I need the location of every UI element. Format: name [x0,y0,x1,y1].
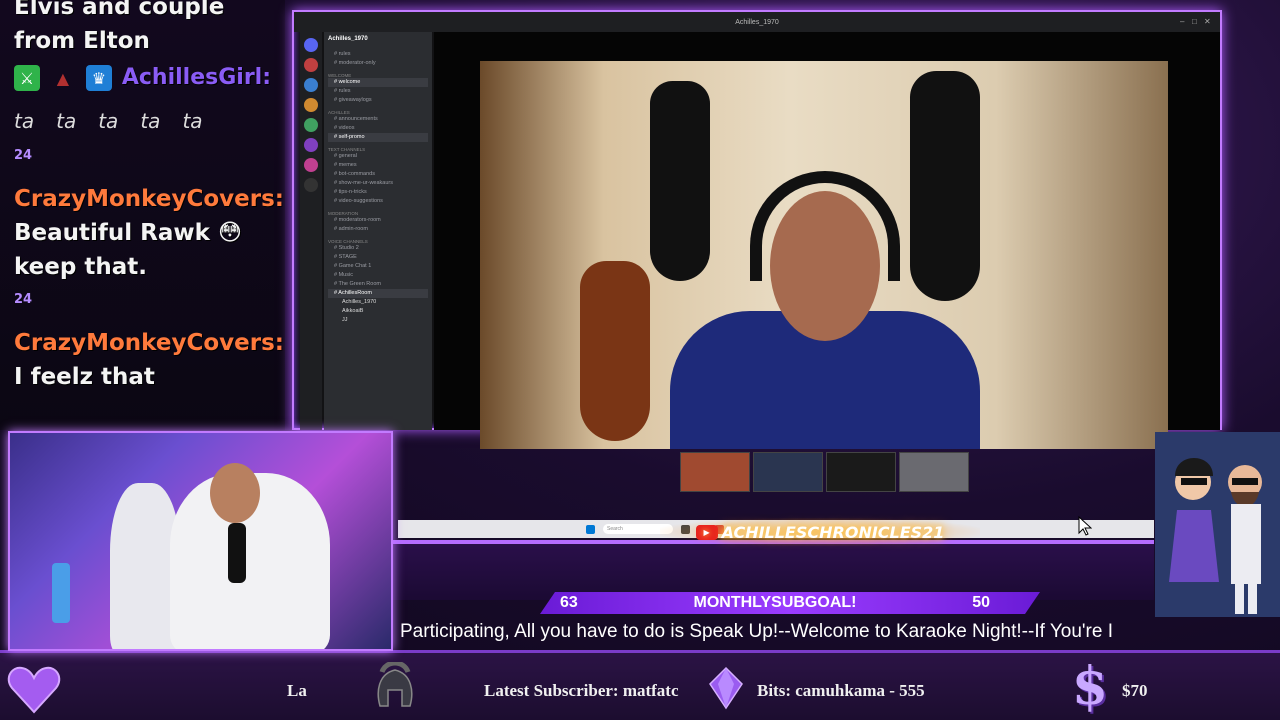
server-icon[interactable] [304,158,318,172]
subgoal-target: 50 [972,594,990,611]
channel-item[interactable]: # Game Chat 1 [328,262,428,271]
voice-user[interactable]: AikkoaiB [328,307,428,316]
channel-item[interactable]: # videos [328,124,428,133]
subgoal-bar: 63 MONTHLYSUBGOAL! 50 [540,592,1040,614]
dancing-couple-image [1155,432,1280,617]
channel-item[interactable]: # video-suggestions [328,197,428,206]
channel-item[interactable]: # moderators-room [328,216,428,225]
guitar-image [910,71,980,301]
channel-item[interactable]: # Studio 2 [328,244,428,253]
dollar-icon: $ [1071,656,1109,717]
latest-subscriber: Latest Subscriber: matfatc [484,681,679,700]
chat-username[interactable]: CrazyMonkeyCovers: [14,186,284,212]
donation-amount: $70 [1122,681,1148,700]
chat-entry: CrazyMonkeyCovers: I feelz that [14,326,284,394]
window-titlebar: Achilles_1970 – □ ✕ [294,12,1220,32]
server-icon[interactable] [304,78,318,92]
moderator-sword-icon: ⚔ [14,65,40,91]
maximize-icon[interactable]: □ [1192,17,1202,27]
headphones-image [750,171,900,281]
discord-window: Achilles_1970 – □ ✕ Achilles_1970 # rule… [292,10,1222,492]
latest-bits: Bits: camuhkama - 555 [757,681,925,700]
channel-item[interactable]: # general [328,152,428,161]
main-video-feed[interactable] [480,61,1168,449]
streamer-webcam [8,431,393,651]
server-rail [300,32,322,430]
channel-item[interactable]: # admin-room [328,225,428,234]
channel-item[interactable]: # welcome [328,78,428,87]
participant-thumbnail[interactable] [680,452,750,492]
chat-badges: ⚔ ▲ ♛ AchillesGirl: [14,58,271,98]
server-name[interactable]: Achilles_1970 [328,36,428,50]
emote: ta [14,109,35,133]
ticker-fragment: La [287,681,307,700]
youtube-icon: ▶ [695,524,718,540]
server-icon[interactable] [304,118,318,132]
video-call-area [434,32,1220,492]
emote: ta [140,109,161,133]
subgoal-label: MONTHLYSUBGOAL! [693,594,857,611]
voice-user[interactable]: Achilles_1970 [328,298,428,307]
chat-panel: Elvis and couple from Elton ⚔ ▲ ♛ Achill… [0,0,285,430]
emote: ta [182,109,203,133]
channel-item[interactable]: # tips-n-tricks [328,188,428,197]
channel-list: Achilles_1970 # rules # moderator-only Wel… [324,32,432,430]
server-icon[interactable] [304,98,318,112]
host-head-image [210,463,260,523]
channel-item[interactable]: # The Green Room [328,280,428,289]
windows-start-icon[interactable] [586,524,595,534]
chat-username[interactable]: CrazyMonkeyCovers: [14,330,284,356]
discord-home-icon[interactable] [304,38,318,52]
participant-thumbnail[interactable] [899,452,969,492]
subscriber-badge-icon: 24 [14,148,33,163]
spartan-helmet-icon [377,662,413,707]
crystal-icon [709,666,743,710]
channel-item[interactable]: # memes [328,161,428,170]
channel-item[interactable]: # Music [328,271,428,280]
chat-message: Elvis and couple from Elton [14,0,225,54]
participant-thumbnail[interactable] [826,452,896,492]
voice-user[interactable]: JJ [328,316,428,325]
mouse-cursor-icon [1078,516,1092,536]
guitar-image [580,261,650,441]
participant-thumbnail[interactable] [753,452,823,492]
channel-item[interactable]: # announcements [328,115,428,124]
chat-message: I feelz that [14,364,155,390]
channel-item[interactable]: # moderator-only [328,59,428,68]
vip-icon: ▲ [56,68,70,88]
overlay-lower-panel [392,540,1154,600]
channel-item[interactable]: # giveawaylogs [328,96,428,105]
channel-item[interactable]: # STAGE [328,253,428,262]
server-icon[interactable] [304,138,318,152]
microphone-image [228,523,246,583]
subscriber-badge-icon: 24 [14,292,33,307]
emote-row: ta ta ta ta ta [14,98,271,144]
window-title: Achilles_1970 [735,18,779,26]
channel-item[interactable]: # bot-commands [328,170,428,179]
channel-item[interactable]: # self-promo [328,133,428,142]
emote: ta [56,109,77,133]
server-icon[interactable] [304,58,318,72]
channel-item[interactable]: # rules [328,50,428,59]
chat-message: Beautiful Rawk 😳 keep that. [14,220,242,280]
guitar-image [650,81,710,281]
channel-banner: ▶ ACHILLESCHRONICLES21 [660,518,980,546]
participant-thumbnails [680,452,969,492]
ticker-text: Participating, All you have to do is Spe… [400,621,1113,642]
channel-name: ACHILLESCHRONICLES21 [721,522,945,542]
channel-item[interactable]: # rules [328,87,428,96]
close-icon[interactable]: ✕ [1204,17,1214,27]
add-server-icon[interactable] [304,178,318,192]
channel-item[interactable]: # AchillesRoom [328,289,428,298]
emote: ta [98,109,119,133]
heart-icon [7,666,61,714]
crown-icon: ♛ [85,65,112,91]
scrolling-ticker: Participating, All you have to do is Spe… [400,618,1280,646]
chat-username[interactable]: AchillesGirl: [122,61,271,95]
water-bottle-image [52,563,70,623]
subgoal-current: 63 [560,594,578,611]
chat-entry: CrazyMonkeyCovers: Beautiful Rawk 😳 keep… [14,182,284,284]
minimize-icon[interactable]: – [1180,17,1190,27]
channel-item[interactable]: # show-me-ur-weakaurs [328,179,428,188]
